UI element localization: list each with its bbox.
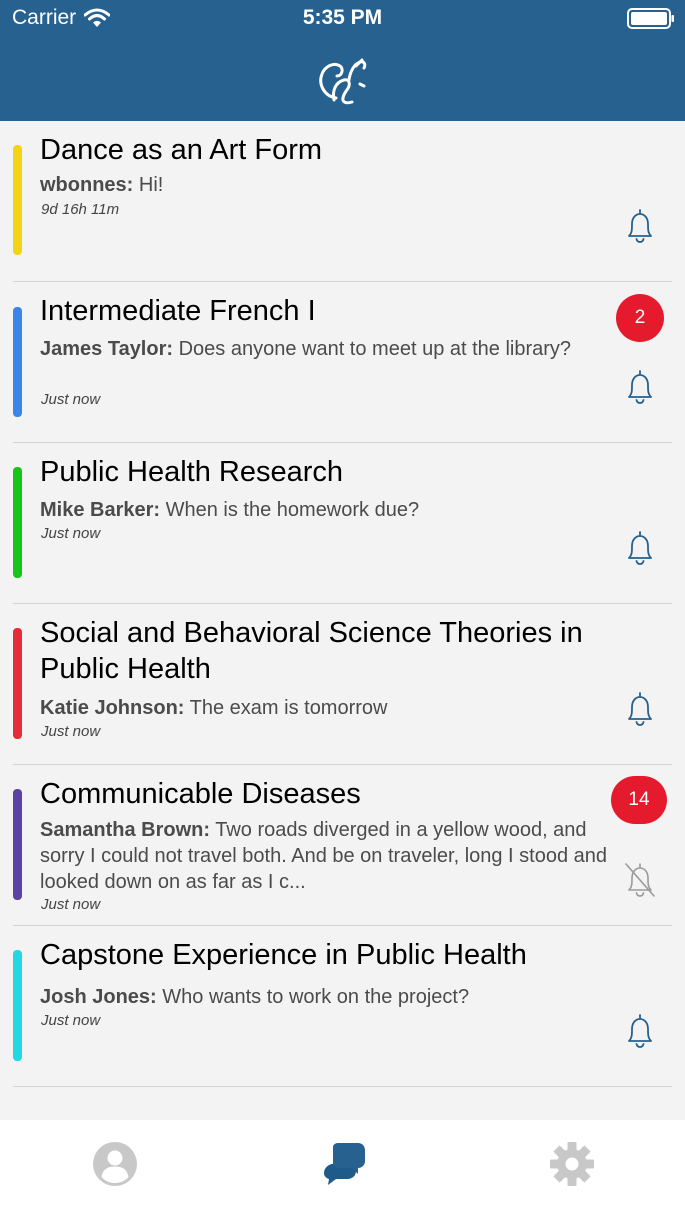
conversation-title: Capstone Experience in Public Health [40,939,527,971]
message-text: Who wants to work on the project? [156,986,470,1008]
message-time: Just now [41,896,101,913]
last-message: Josh Jones: Who wants to work on the pro… [40,984,605,1010]
last-message: wbonnes: Hi! [40,172,605,198]
last-message: Samantha Brown: Two roads diverged in a … [40,817,611,895]
last-message: James Taylor: Does anyone want to meet u… [40,336,605,362]
message-sender: Mike Barker: [40,499,161,521]
bell-icon[interactable] [620,1011,660,1051]
status-time: 5:35 PM [302,6,383,29]
conversation-row[interactable]: Intermediate French I James Taylor: Does… [0,282,685,443]
bell-icon[interactable] [620,689,660,729]
course-color-bar [13,307,22,417]
message-time: Just now [41,391,101,408]
message-sender: Samantha Brown: [40,819,211,841]
message-text: The exam is tomorrow [184,697,388,719]
bell-muted-icon[interactable] [620,860,660,900]
message-text: Does anyone want to meet up at the libra… [173,338,572,360]
bell-icon[interactable] [620,367,660,407]
course-color-bar [13,145,22,255]
last-message: Katie Johnson: The exam is tomorrow [40,695,605,721]
message-sender: Josh Jones: [40,986,157,1008]
tab-profile[interactable] [85,1134,145,1194]
course-color-bar [13,628,22,739]
tab-bar [0,1120,685,1218]
message-text: Hi! [133,174,164,196]
profile-icon [93,1142,137,1186]
conversation-row[interactable]: Social and Behavioral Science Theories i… [0,604,685,765]
conversation-title: Social and Behavioral Science Theories i… [40,617,583,685]
app-header: Carrier 5:35 PM [0,0,685,121]
message-sender: wbonnes: [40,174,134,196]
gear-icon [550,1142,594,1186]
unread-badge: 2 [616,294,664,342]
conversation-title: Public Health Research [40,456,344,488]
bell-icon[interactable] [620,528,660,568]
conversation-row[interactable]: Capstone Experience in Public Health Jos… [0,926,685,1087]
conversation-list: Dance as an Art Form wbonnes: Hi! 9d 16h… [0,121,685,1087]
message-time: Just now [41,1012,101,1029]
status-bar: Carrier 5:35 PM [0,0,685,40]
last-message: Mike Barker: When is the homework due? [40,497,605,523]
message-text: When is the homework due? [160,499,420,521]
unread-badge: 14 [611,776,667,824]
conversation-title: Intermediate French I [40,295,316,327]
message-time: Just now [41,525,101,542]
message-time: Just now [41,723,101,740]
bell-icon[interactable] [620,206,660,246]
chat-bubbles-icon [324,1143,365,1185]
message-time: 9d 16h 11m [41,201,120,218]
course-color-bar [13,789,22,900]
message-sender: Katie Johnson: [40,697,185,719]
battery-icon [627,8,674,29]
tab-messages[interactable] [313,1134,373,1194]
conversation-title: Communicable Diseases [40,778,361,810]
conversation-row[interactable]: Communicable Diseases Samantha Brown: Tw… [0,765,685,926]
squirrel-logo-icon [319,58,367,105]
course-color-bar [13,467,22,578]
conversation-row[interactable]: Dance as an Art Form wbonnes: Hi! 9d 16h… [0,121,685,282]
conversation-title: Dance as an Art Form [40,134,323,166]
course-color-bar [13,950,22,1061]
row-divider [13,1086,672,1087]
message-sender: James Taylor: [40,338,174,360]
tab-settings[interactable] [542,1134,602,1194]
conversation-row[interactable]: Public Health Research Mike Barker: When… [0,443,685,604]
